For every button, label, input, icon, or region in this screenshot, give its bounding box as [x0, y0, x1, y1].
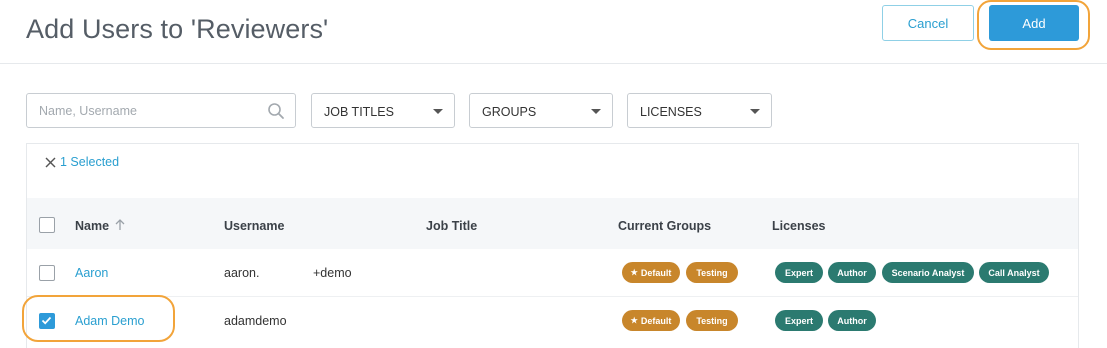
job-titles-label: JOB TITLES — [324, 105, 394, 119]
close-icon — [45, 157, 56, 167]
user-name-link[interactable]: Aaron — [75, 266, 108, 280]
group-badge-default: ★ Default — [622, 262, 680, 283]
column-header-job-title[interactable]: Job Title — [426, 219, 477, 233]
column-header-licenses[interactable]: Licenses — [772, 219, 826, 233]
page-title: Add Users to 'Reviewers' — [26, 14, 329, 44]
job-titles-dropdown[interactable]: JOB TITLES — [311, 93, 455, 128]
add-button[interactable]: Add — [989, 5, 1079, 41]
search-placeholder: Name, Username — [39, 104, 137, 118]
licenses-label: LICENSES — [640, 105, 702, 119]
group-badge-label: Default — [640, 315, 672, 326]
row-divider — [27, 296, 1078, 297]
search-icon — [268, 103, 284, 119]
groups-dropdown[interactable]: GROUPS — [469, 93, 613, 128]
username-cell: adamdemo — [224, 314, 287, 328]
cancel-button[interactable]: Cancel — [882, 5, 974, 41]
license-badge: Expert — [775, 262, 823, 283]
licenses-dropdown[interactable]: LICENSES — [627, 93, 772, 128]
star-icon: ★ — [630, 316, 638, 325]
group-badge-testing: Testing — [686, 310, 738, 331]
row-checkbox-aaron[interactable] — [39, 265, 55, 281]
groups-label: GROUPS — [482, 105, 537, 119]
group-badge-label: Default — [640, 267, 672, 278]
caret-down-icon — [591, 109, 601, 114]
search-input[interactable]: Name, Username — [26, 93, 296, 128]
license-badge: Call Analyst — [979, 262, 1049, 283]
license-badge: Author — [828, 262, 876, 283]
selected-count: 1 Selected — [60, 155, 120, 169]
username-cell: aaron. — [224, 266, 260, 280]
group-badge-testing: Testing — [686, 262, 738, 283]
caret-down-icon — [750, 109, 760, 114]
table-header — [27, 198, 1078, 249]
license-badge: Scenario Analyst — [882, 262, 974, 283]
row-checkbox-adam-demo[interactable] — [39, 313, 55, 329]
column-header-name[interactable]: Name — [75, 219, 109, 233]
select-all-checkbox[interactable] — [39, 217, 55, 233]
username-cell-suffix: +demo — [313, 266, 352, 280]
column-header-username[interactable]: Username — [224, 219, 284, 233]
checkmark-icon — [41, 316, 52, 325]
clear-selection-link[interactable]: 1 Selected — [45, 155, 119, 169]
caret-down-icon — [433, 109, 443, 114]
sort-up-arrow-icon[interactable] — [114, 218, 126, 231]
license-badge: Author — [828, 310, 876, 331]
user-name-link[interactable]: Adam Demo — [75, 314, 144, 328]
column-header-current-groups[interactable]: Current Groups — [618, 219, 711, 233]
group-badge-default: ★ Default — [622, 310, 680, 331]
license-badge: Expert — [775, 310, 823, 331]
star-icon: ★ — [630, 268, 638, 277]
